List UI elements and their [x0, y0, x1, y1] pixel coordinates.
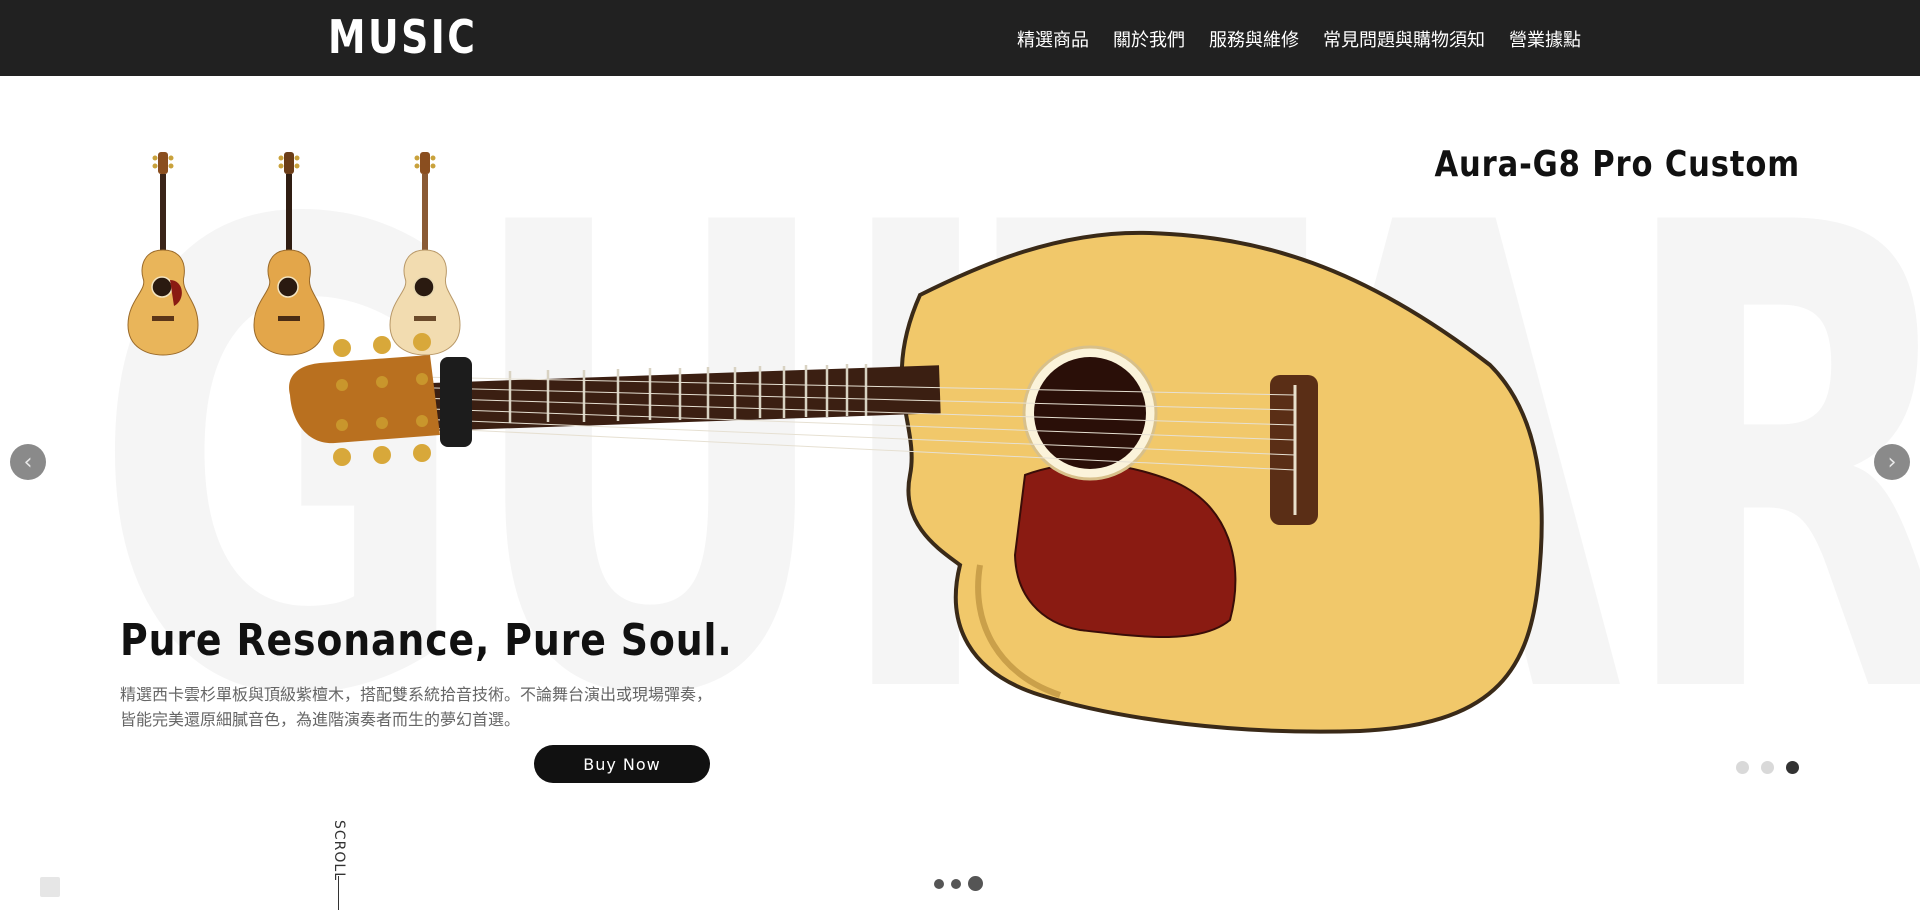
- nav-item-featured-products[interactable]: 精選商品: [1017, 26, 1089, 52]
- loading-dot: [968, 876, 983, 891]
- nav-item-locations[interactable]: 營業據點: [1509, 26, 1581, 52]
- carousel-dot-1[interactable]: [1736, 761, 1749, 774]
- carousel-prev-button[interactable]: ‹: [10, 444, 46, 480]
- carousel-dot-2[interactable]: [1761, 761, 1774, 774]
- loading-indicator: [934, 876, 983, 891]
- guitar-image: [127, 152, 199, 356]
- chevron-right-icon: ›: [1887, 449, 1897, 475]
- hero-description: 精選西卡雲杉單板與頂級紫檀木，搭配雙系統拾音技術。不論舞台演出或現場彈奏，皆能完…: [120, 685, 713, 729]
- featured-guitar-image: [280, 225, 1550, 745]
- square-icon[interactable]: [40, 877, 60, 897]
- guitar-thumbnail-1[interactable]: [118, 150, 208, 360]
- product-title: Aura-G8 Pro Custom: [1434, 144, 1800, 185]
- nav-item-faq-shopping[interactable]: 常見問題與購物須知: [1323, 26, 1485, 52]
- main-nav: 精選商品 關於我們 服務與維修 常見問題與購物須知 營業據點: [1017, 26, 1605, 52]
- nav-item-service-repair[interactable]: 服務與維修: [1209, 26, 1299, 52]
- carousel-pagination: [1736, 761, 1799, 774]
- loading-dot: [951, 878, 961, 889]
- carousel-dot-3[interactable]: [1786, 761, 1799, 774]
- carousel-next-button[interactable]: ›: [1874, 444, 1910, 480]
- guitar-image: [289, 230, 1544, 734]
- hero-headline: Pure Resonance, Pure Soul.: [120, 615, 733, 666]
- nav-item-about-us[interactable]: 關於我們: [1113, 26, 1185, 52]
- loading-dot: [934, 878, 944, 889]
- site-header: MUSIC 精選商品 關於我們 服務與維修 常見問題與購物須知 營業據點: [0, 0, 1920, 76]
- site-logo[interactable]: MUSIC: [328, 10, 477, 64]
- scroll-indicator-line: [338, 876, 339, 910]
- scroll-indicator-label[interactable]: SCROLL: [331, 820, 347, 881]
- chevron-left-icon: ‹: [23, 449, 33, 475]
- buy-now-button[interactable]: Buy Now: [534, 745, 710, 783]
